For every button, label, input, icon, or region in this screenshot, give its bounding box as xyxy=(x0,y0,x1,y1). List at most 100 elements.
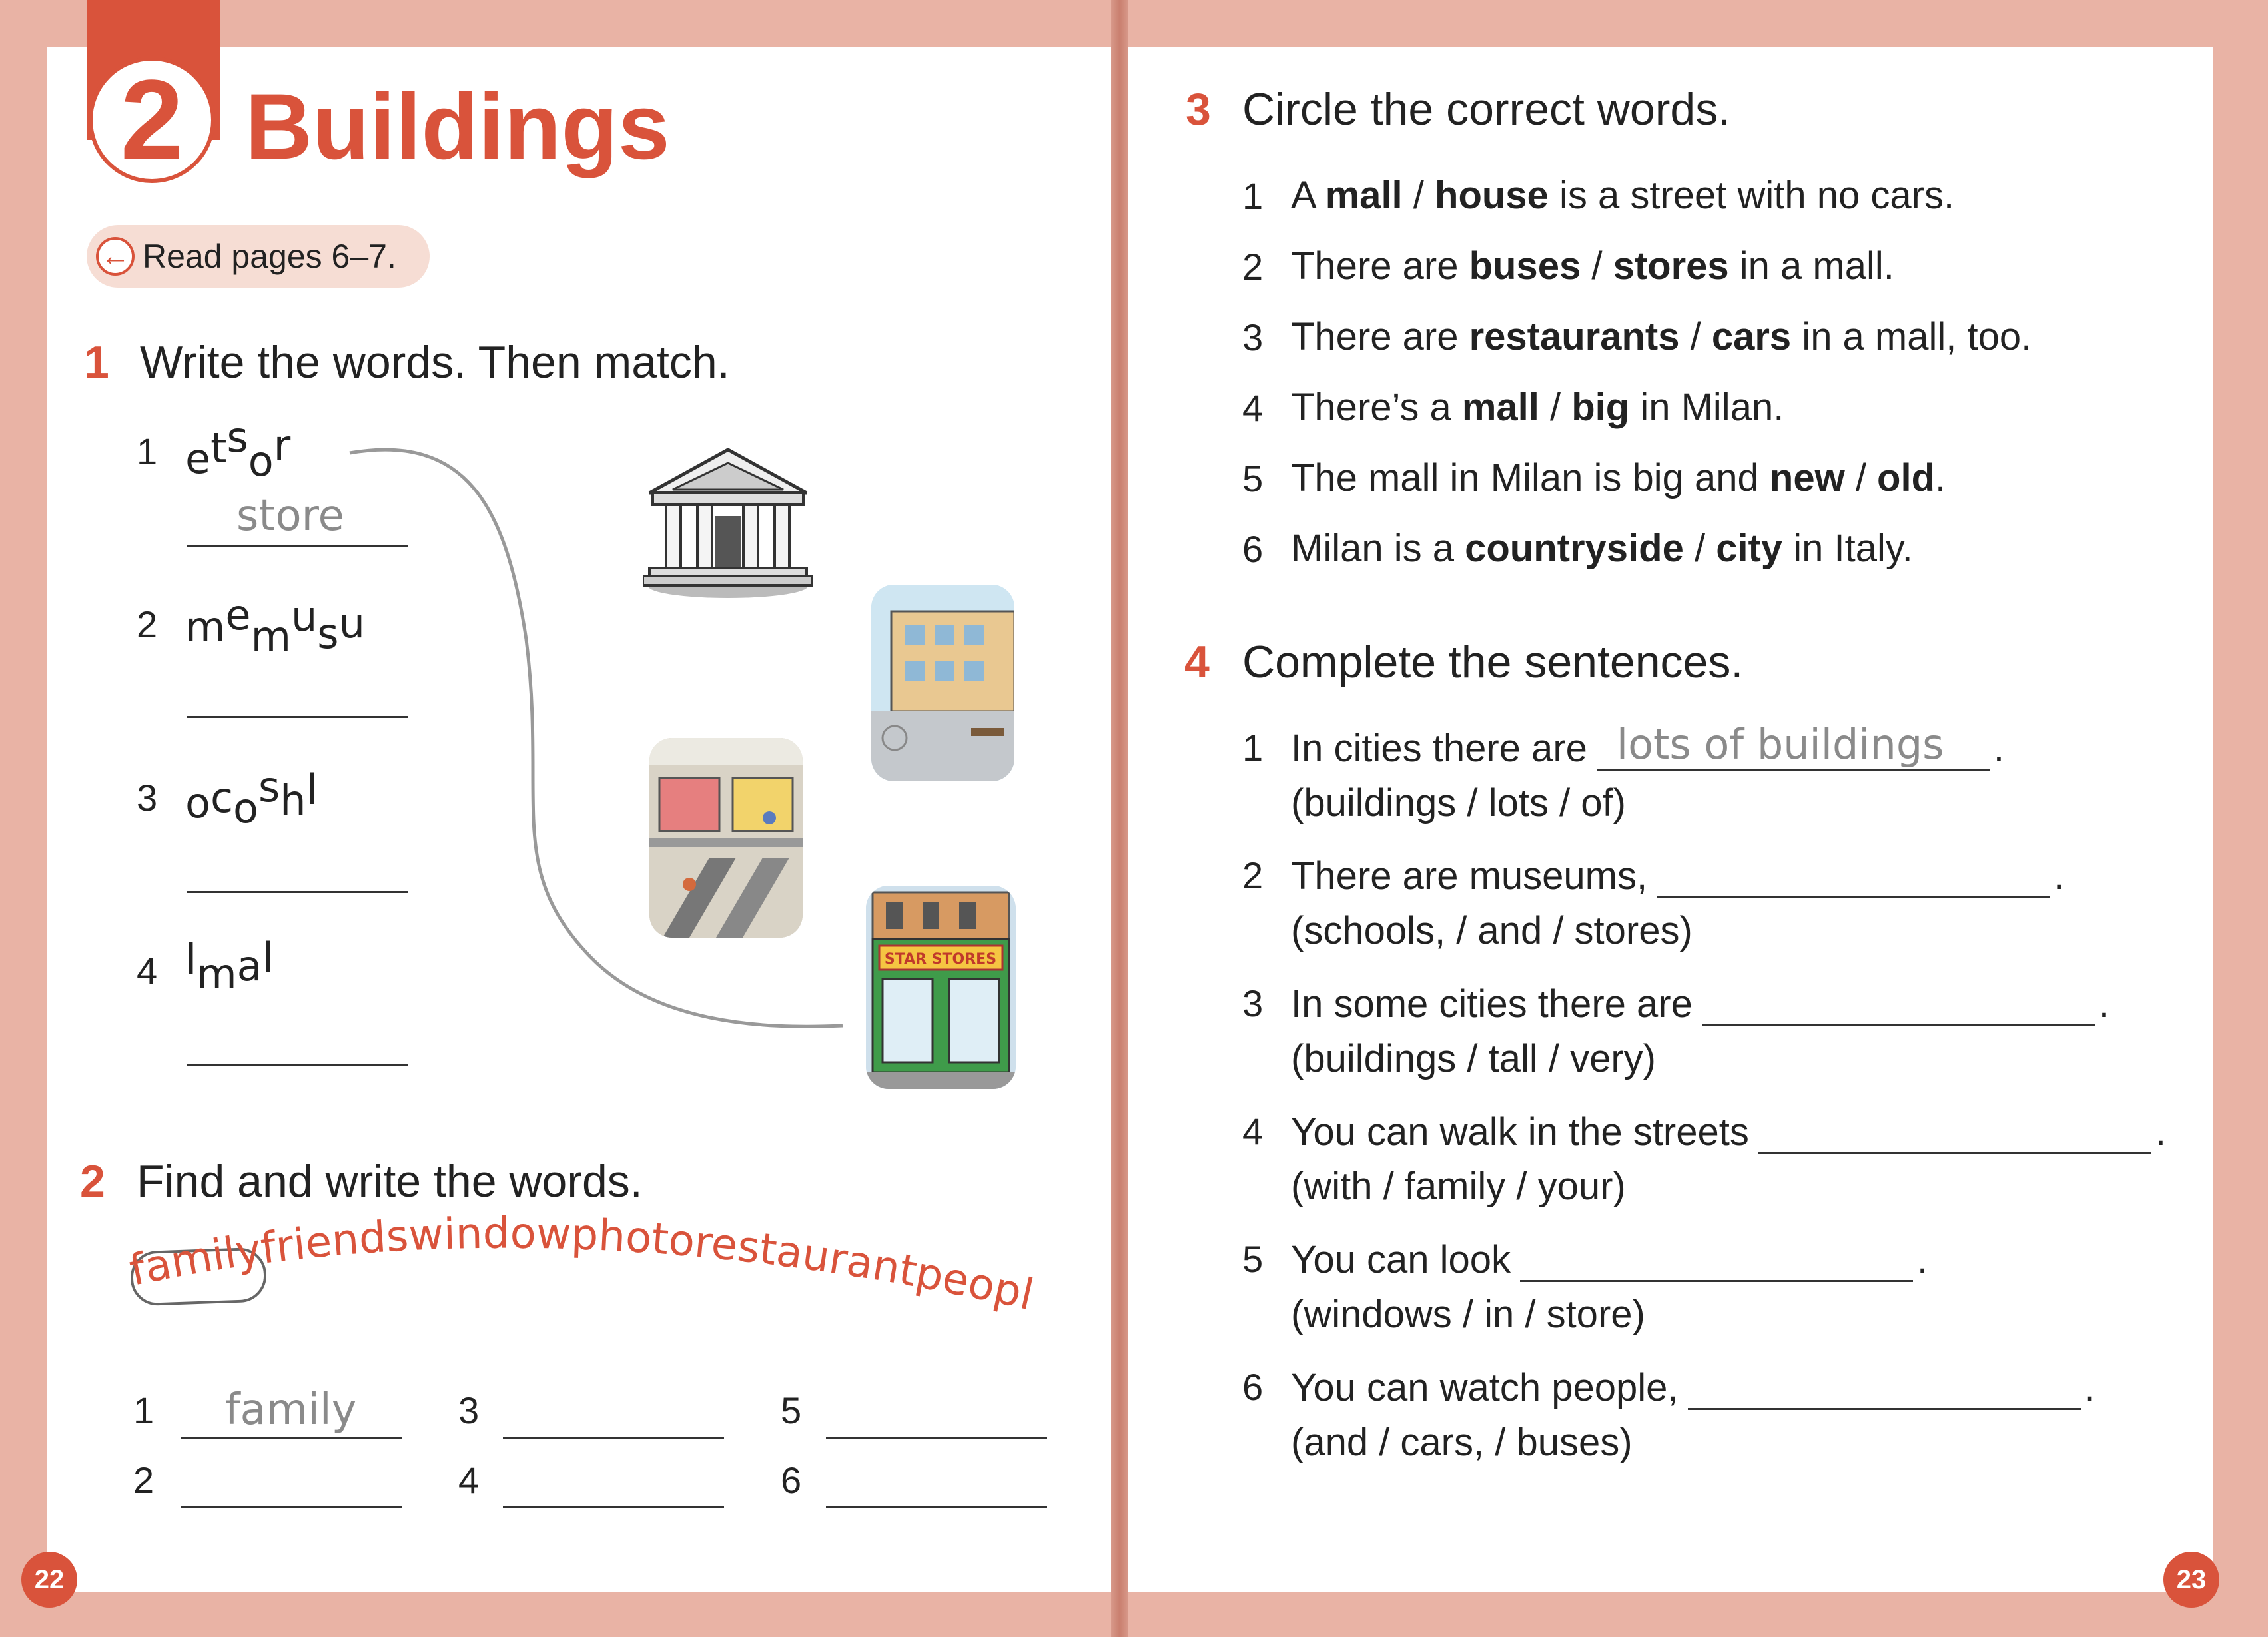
mall-picture[interactable] xyxy=(649,738,803,938)
sentence-text: The mall in Milan is big and xyxy=(1291,456,1770,499)
sentence-text: There are xyxy=(1291,315,1469,358)
sentence-period: . xyxy=(2098,982,2109,1026)
word-option-b[interactable]: old xyxy=(1877,456,1935,499)
sentence-period: . xyxy=(1917,1238,1928,1281)
ex4-sentence: You can watch people,. xyxy=(1291,1364,2095,1410)
ex4-number: 4 xyxy=(1184,637,1210,687)
word-snake: familyfriendswindowphotorestaurantpeople xyxy=(120,1212,1038,1320)
answer-line[interactable] xyxy=(181,1506,402,1508)
sentence-text: in Milan. xyxy=(1629,386,1784,429)
answer-line[interactable] xyxy=(503,1506,724,1508)
ex3-sentence: The mall in Milan is big and new / old. xyxy=(1291,456,1946,500)
ex3-sentence: There’s a mall / big in Milan. xyxy=(1291,385,1784,430)
word-option-a[interactable]: mall xyxy=(1462,386,1539,429)
sentence-period: . xyxy=(2155,1110,2166,1153)
page-number-left: 22 xyxy=(21,1552,77,1608)
word-option-b[interactable]: cars xyxy=(1712,315,1791,358)
ex2-answer-number: 2 xyxy=(133,1459,155,1501)
ex4-item-number: 5 xyxy=(1242,1238,1264,1280)
word-option-b[interactable]: house xyxy=(1435,174,1549,217)
ex4-hint: (buildings / tall / very) xyxy=(1291,1037,1656,1080)
sentence-text: You can watch people, xyxy=(1291,1366,1679,1409)
ex3-item-number: 6 xyxy=(1242,528,1264,570)
sentence-text: in Italy. xyxy=(1782,527,1913,570)
word-option-b[interactable]: city xyxy=(1716,527,1782,570)
ex3-sentence: There are restaurants / cars in a mall, … xyxy=(1291,314,2032,359)
ex3-item-number: 2 xyxy=(1242,246,1264,288)
mall-icon xyxy=(649,738,803,938)
ex2-answer-1: family xyxy=(225,1385,357,1435)
sentence-period: . xyxy=(1993,727,2005,770)
ex3-item-number: 4 xyxy=(1242,387,1264,429)
ex4-hint: (and / cars, / buses) xyxy=(1291,1421,1633,1464)
answer-blank[interactable] xyxy=(1687,1364,2081,1410)
sentence-text: is a street with no cars. xyxy=(1548,174,1955,217)
ex3-sentence: Milan is a countryside / city in Italy. xyxy=(1291,526,1913,571)
sentence-text: . xyxy=(1935,456,1946,499)
sentence-text: There’s a xyxy=(1291,386,1462,429)
school-picture[interactable] xyxy=(871,585,1014,781)
option-separator: / xyxy=(1679,315,1712,358)
option-separator: / xyxy=(1402,174,1435,217)
ex4-item-number: 1 xyxy=(1242,727,1264,769)
svg-text:STAR STORES: STAR STORES xyxy=(885,951,996,968)
museum-icon xyxy=(643,448,813,598)
word-option-a[interactable]: new xyxy=(1770,456,1845,499)
sentence-text: in a mall. xyxy=(1728,244,1894,288)
ex4-sentence: You can look. xyxy=(1291,1236,1928,1282)
sentence-text: A xyxy=(1291,174,1325,217)
sentence-text: In some cities there are xyxy=(1291,982,1693,1026)
ex4-hint: (windows / in / store) xyxy=(1291,1293,1645,1336)
ex4-hint: (with / family / your) xyxy=(1291,1165,1626,1208)
ex2-number: 2 xyxy=(80,1156,105,1207)
answer-line[interactable] xyxy=(503,1437,724,1439)
word-snake-letters: familyfriendswindowphotorestaurantpeople xyxy=(120,1212,1038,1320)
ex3-sentence: A mall / house is a street with no cars. xyxy=(1291,173,1954,218)
answer-blank[interactable] xyxy=(1657,852,2050,898)
sentence-text: You can look xyxy=(1291,1238,1511,1281)
word-snake-text: familyfriendswindowphotorestaurantpeople xyxy=(120,1212,1038,1320)
ex3-item-number: 5 xyxy=(1242,458,1264,499)
answer-blank[interactable] xyxy=(1758,1108,2151,1154)
ex3-item-number: 3 xyxy=(1242,316,1264,358)
answer-line[interactable] xyxy=(826,1437,1047,1439)
answer-blank[interactable] xyxy=(1701,980,2095,1026)
sentence-text: in a mall, too. xyxy=(1791,315,2032,358)
sentence-text: You can walk in the streets xyxy=(1291,1110,1749,1153)
word-option-b[interactable]: stores xyxy=(1613,244,1729,288)
ex3-number: 3 xyxy=(1186,84,1211,135)
ex3-item-number: 1 xyxy=(1242,175,1264,217)
word-option-a[interactable]: buses xyxy=(1469,244,1581,288)
ex4-hint: (schools, / and / stores) xyxy=(1291,909,1693,952)
ex2-answer-number: 3 xyxy=(458,1389,480,1431)
ex4-item-number: 2 xyxy=(1242,854,1264,896)
ex2-title: Find and write the words. xyxy=(137,1156,643,1207)
option-separator: / xyxy=(1844,456,1878,499)
ex4-item-number: 4 xyxy=(1242,1110,1264,1152)
sentence-text: There are museums, xyxy=(1291,854,1648,898)
ex4-sentence: In some cities there are. xyxy=(1291,980,2109,1026)
store-picture[interactable]: STAR STORES xyxy=(866,886,1016,1089)
ex4-sentence: In cities there are lots of buildings. xyxy=(1291,720,2005,771)
ex4-hint: (buildings / lots / of) xyxy=(1291,781,1626,824)
sentence-text: In cities there are xyxy=(1291,727,1587,770)
ex4-item-number: 6 xyxy=(1242,1366,1264,1408)
ex2-answer-number: 6 xyxy=(781,1459,802,1501)
answer-line[interactable] xyxy=(826,1506,1047,1508)
ex4-sentence: There are museums,. xyxy=(1291,852,2064,898)
sentence-text: There are xyxy=(1291,244,1469,288)
answer-line[interactable] xyxy=(181,1437,402,1439)
answer-blank[interactable] xyxy=(1520,1236,1914,1282)
word-option-b[interactable]: big xyxy=(1571,386,1629,429)
store-icon: STAR STORES xyxy=(866,886,1016,1089)
option-separator: / xyxy=(1581,244,1613,288)
answer-blank[interactable]: lots of buildings xyxy=(1596,720,1990,771)
word-option-a[interactable]: mall xyxy=(1325,174,1403,217)
museum-picture[interactable] xyxy=(643,443,813,599)
word-option-a[interactable]: countryside xyxy=(1465,527,1684,570)
ex3-title: Circle the correct words. xyxy=(1242,84,1731,135)
ex2-answer-number: 5 xyxy=(781,1389,802,1431)
ex2-answer-number: 1 xyxy=(133,1389,155,1431)
ex4-item-number: 3 xyxy=(1242,982,1264,1024)
word-option-a[interactable]: restaurants xyxy=(1469,315,1680,358)
